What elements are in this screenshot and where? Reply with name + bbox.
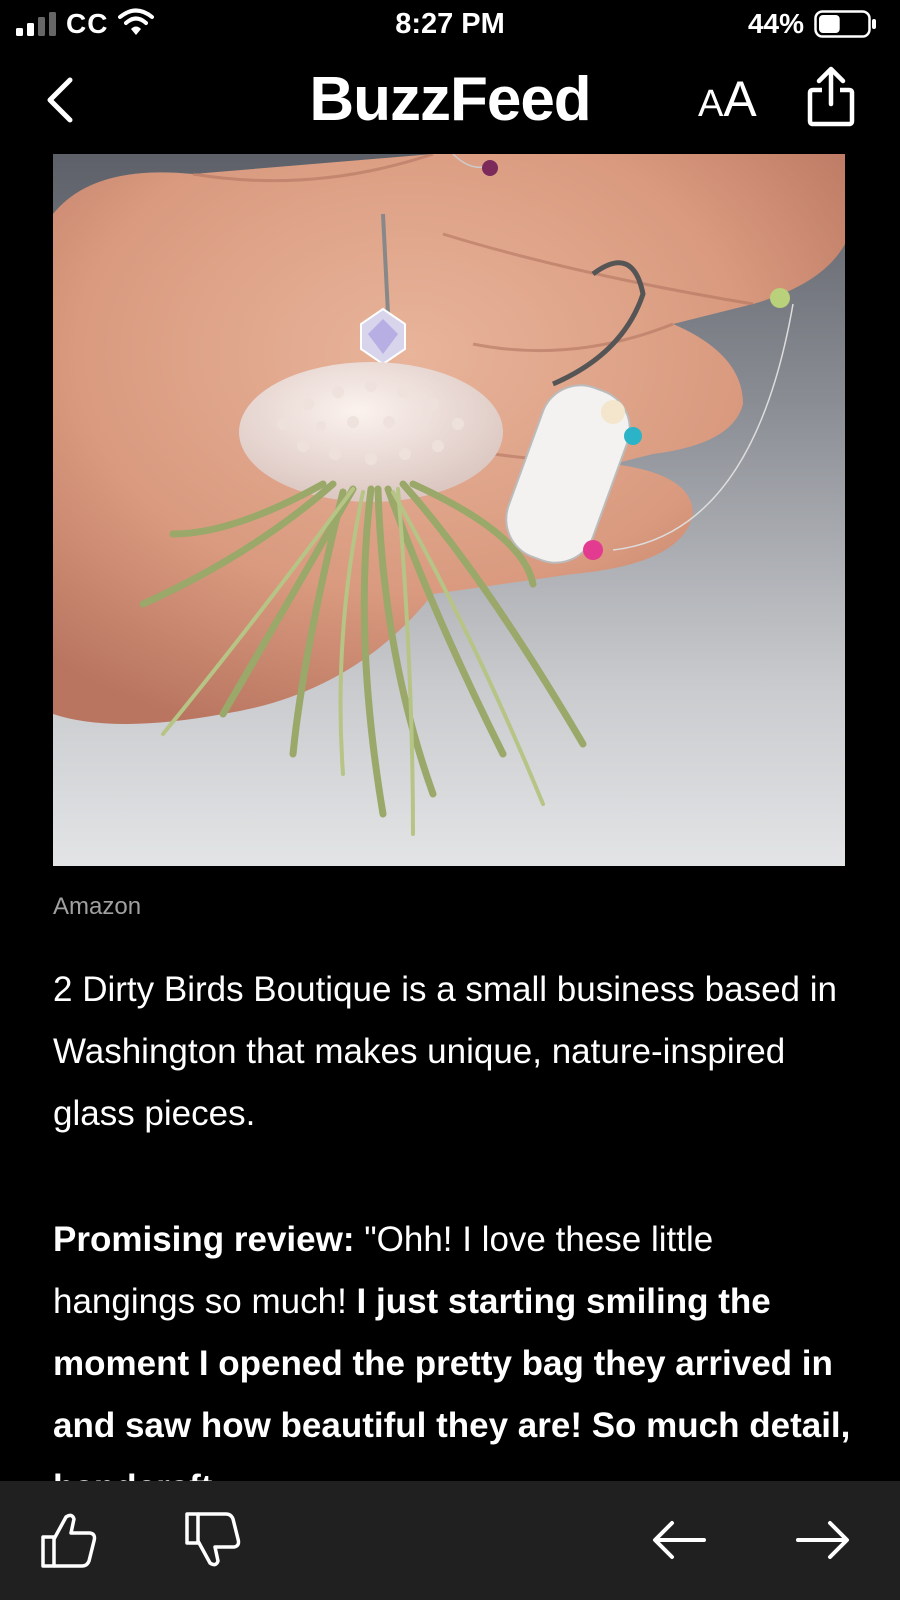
battery-icon xyxy=(814,10,876,38)
text-size-button[interactable]: AA xyxy=(698,70,757,128)
thumbs-up-icon[interactable] xyxy=(38,1509,100,1571)
article-paragraph: 2 Dirty Birds Boutique is a small busine… xyxy=(53,970,837,1133)
share-icon[interactable] xyxy=(806,66,856,128)
product-image xyxy=(53,154,845,866)
status-bar: CC 8:27 PM 44% xyxy=(0,0,900,50)
battery-percent: 44% xyxy=(747,8,804,39)
image-credit: Amazon xyxy=(53,893,142,920)
review-paragraph: Promising review: "Ohh! I love these lit… xyxy=(53,1209,853,1481)
bottom-toolbar xyxy=(0,1481,900,1600)
text-size-small-label: A xyxy=(698,83,724,125)
text-size-large-label: A xyxy=(723,71,757,127)
navigation-bar: BuzzFeed AA xyxy=(0,52,900,148)
arrow-right-icon[interactable] xyxy=(792,1509,854,1571)
battery-level-fill xyxy=(819,15,840,33)
thumbs-down-icon[interactable] xyxy=(182,1509,244,1571)
arrow-left-icon[interactable] xyxy=(648,1509,710,1571)
brand-logo: BuzzFeed xyxy=(309,65,591,134)
review-label: Promising review: xyxy=(53,1220,355,1259)
air-plant-jellyfish-photo xyxy=(53,154,845,866)
